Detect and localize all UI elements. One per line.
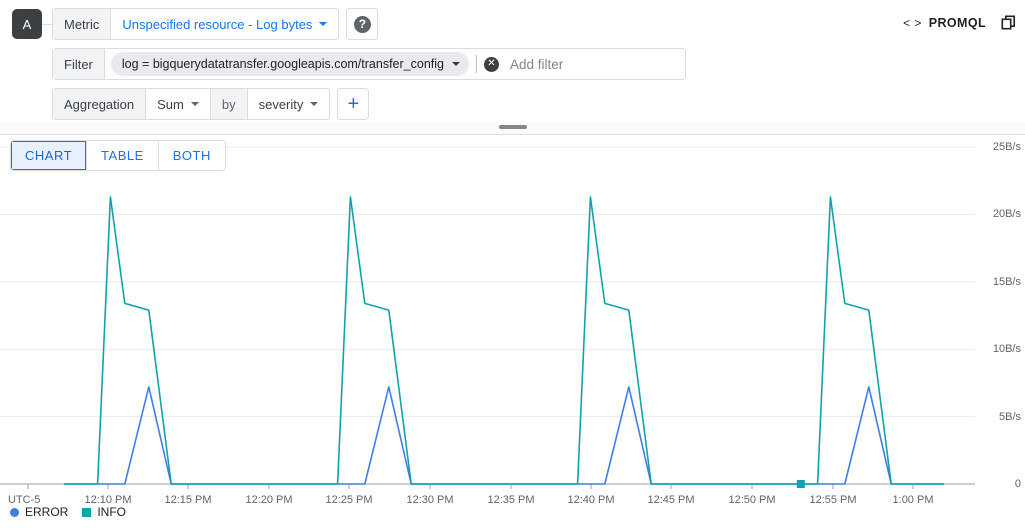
filter-control[interactable]: Filter log = bigquerydatatransfer.google…	[52, 48, 686, 80]
x-axis-tick-label: 12:30 PM	[406, 494, 453, 506]
series-line-error[interactable]	[64, 387, 944, 484]
y-axis-tick-label: 10B/s	[993, 343, 1021, 355]
x-axis-tick-label: 12:35 PM	[487, 494, 534, 506]
add-aggregation-button[interactable]: +	[337, 88, 369, 120]
y-axis-tick-label: 5B/s	[999, 411, 1021, 423]
tab-both[interactable]: BOTH	[159, 141, 225, 170]
x-axis-tick-label: 12:20 PM	[245, 494, 292, 506]
filter-label: Filter	[53, 49, 105, 79]
chevron-down-icon	[310, 102, 318, 106]
time-series-chart[interactable]	[0, 135, 1025, 528]
copy-icon[interactable]	[1000, 14, 1017, 31]
add-filter-input[interactable]: Add filter	[499, 57, 563, 72]
aggregation-function-select[interactable]: Sum	[146, 89, 210, 119]
promql-label: PROMQL	[929, 16, 986, 30]
chip-divider	[476, 55, 477, 73]
chart-legend: ERROR INFO	[10, 505, 126, 519]
drag-handle[interactable]	[499, 125, 527, 129]
y-axis-tick-label: 15B/s	[993, 276, 1021, 288]
legend-item-info[interactable]: INFO	[82, 505, 126, 519]
metric-selector[interactable]: Metric Unspecified resource - Log bytes	[52, 8, 339, 40]
help-icon: ?	[354, 16, 371, 33]
series-line-info[interactable]	[64, 197, 944, 484]
panel-resize-area[interactable]	[0, 122, 1025, 135]
connector-line	[42, 24, 52, 25]
metric-label: Metric	[53, 9, 111, 39]
series-badge: A	[12, 9, 42, 39]
x-axis-tick-label: 12:25 PM	[325, 494, 372, 506]
aggregation-groupby-text: severity	[259, 97, 304, 112]
metric-row: A Metric Unspecified resource - Log byte…	[0, 8, 1025, 40]
x-axis-tick-label: 12:50 PM	[728, 494, 775, 506]
aggregation-function-text: Sum	[157, 97, 184, 112]
code-icon: < >	[903, 16, 922, 30]
aggregation-by-label: by	[210, 89, 248, 119]
legend-marker-square-icon	[82, 508, 91, 517]
x-axis-tick-label: 12:40 PM	[567, 494, 614, 506]
toolbar-right: < > PROMQL	[903, 14, 1017, 31]
aggregation-control[interactable]: Aggregation Sum by severity	[52, 88, 330, 120]
aggregation-groupby-select[interactable]: severity	[248, 89, 330, 119]
filter-row: Filter log = bigquerydatatransfer.google…	[0, 48, 1025, 80]
legend-label: INFO	[97, 505, 126, 519]
y-axis-labels: 05B/s10B/s15B/s20B/s25B/s	[977, 135, 1021, 528]
metric-value[interactable]: Unspecified resource - Log bytes	[111, 9, 338, 39]
legend-label: ERROR	[25, 505, 68, 519]
x-axis-tick-label: 12:45 PM	[647, 494, 694, 506]
filter-chip-text: log = bigquerydatatransfer.googleapis.co…	[122, 57, 444, 71]
chevron-down-icon[interactable]	[452, 62, 460, 66]
clear-filter-icon[interactable]: ✕	[484, 57, 499, 72]
x-axis-labels: UTC-512:10 PM12:15 PM12:20 PM12:25 PM12:…	[0, 484, 1025, 514]
query-builder: A Metric Unspecified resource - Log byte…	[0, 0, 1025, 122]
legend-item-error[interactable]: ERROR	[10, 505, 68, 519]
filter-chip[interactable]: log = bigquerydatatransfer.googleapis.co…	[111, 52, 469, 76]
chevron-down-icon	[191, 102, 199, 106]
legend-marker-circle-icon	[10, 508, 19, 517]
chart-panel: CHART TABLE BOTH 05B/s10B/s15B/s20B/s25B…	[0, 135, 1025, 528]
view-mode-tabs: CHART TABLE BOTH	[10, 140, 226, 171]
y-axis-tick-label: 25B/s	[993, 141, 1021, 153]
tab-chart[interactable]: CHART	[11, 141, 87, 170]
y-axis-tick-label: 20B/s	[993, 208, 1021, 220]
x-axis-tick-label: 1:00 PM	[893, 494, 934, 506]
aggregation-label: Aggregation	[53, 89, 146, 119]
tab-table[interactable]: TABLE	[87, 141, 159, 170]
metrics-explorer-panel: A Metric Unspecified resource - Log byte…	[0, 0, 1025, 528]
chevron-down-icon	[319, 22, 327, 26]
x-axis-tick-label: 12:55 PM	[809, 494, 856, 506]
aggregation-row: Aggregation Sum by severity +	[0, 88, 1025, 120]
x-axis-tick-label: 12:15 PM	[164, 494, 211, 506]
metric-value-text: Unspecified resource - Log bytes	[122, 17, 312, 32]
promql-toggle-button[interactable]: < > PROMQL	[903, 16, 986, 30]
metric-help-button[interactable]: ?	[346, 8, 378, 40]
